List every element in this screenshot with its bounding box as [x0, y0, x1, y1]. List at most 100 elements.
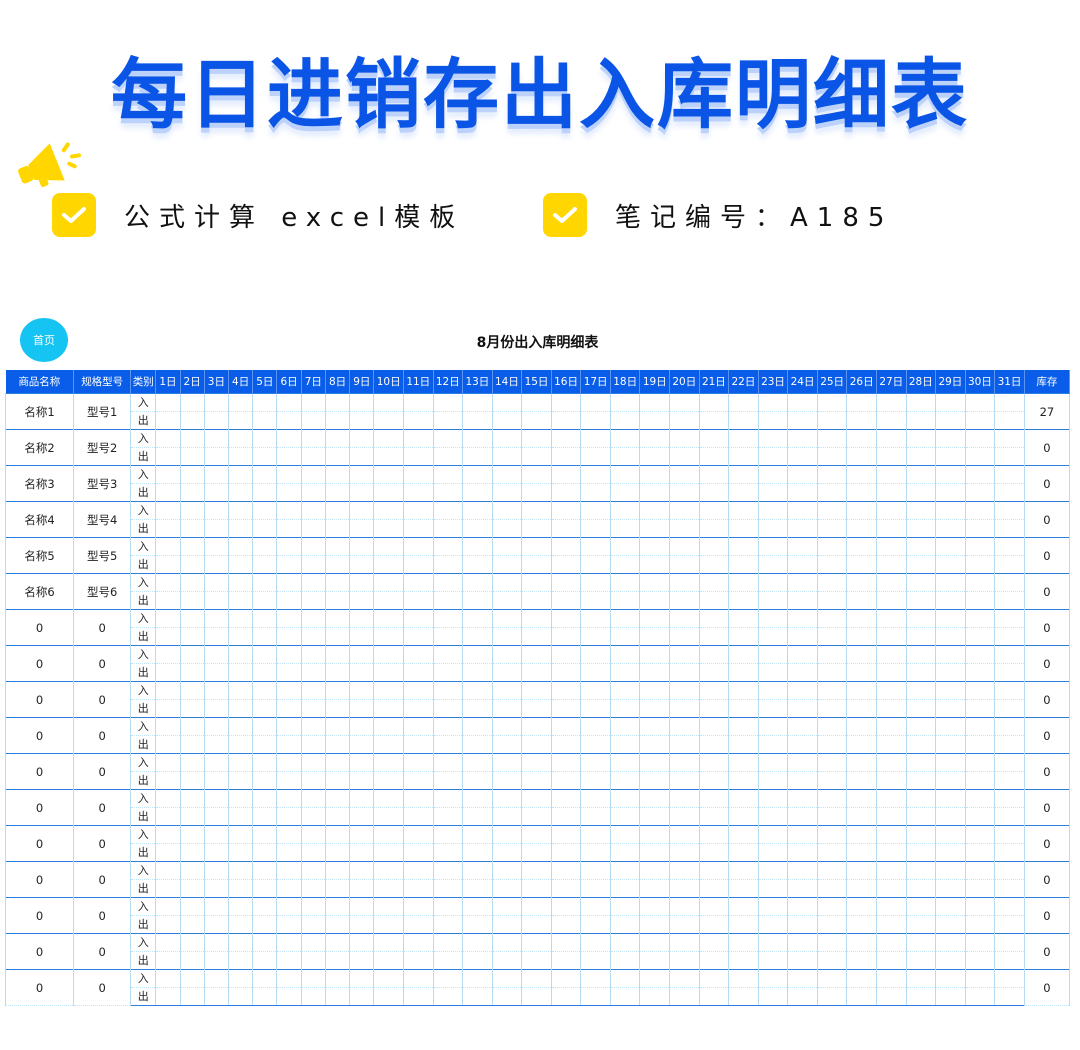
day-out-cell[interactable]	[373, 879, 404, 898]
day-out-cell[interactable]	[875, 627, 907, 646]
day-out-cell[interactable]	[935, 627, 966, 646]
day-out-cell[interactable]	[609, 915, 641, 934]
day-in-cell[interactable]	[402, 465, 434, 484]
day-in-cell[interactable]	[155, 861, 181, 880]
day-in-cell[interactable]	[816, 753, 848, 772]
day-in-cell[interactable]	[935, 645, 966, 664]
day-out-cell[interactable]	[324, 771, 351, 790]
stock-cell[interactable]: 0	[1023, 681, 1071, 718]
stock-cell[interactable]: 0	[1023, 825, 1071, 862]
day-out-cell[interactable]	[639, 807, 671, 826]
day-out-cell[interactable]	[462, 735, 493, 754]
day-out-cell[interactable]	[669, 699, 700, 718]
product-name-cell[interactable]: 0	[4, 969, 75, 1006]
day-in-cell[interactable]	[179, 897, 205, 916]
day-out-cell[interactable]	[432, 411, 464, 430]
day-in-cell[interactable]	[462, 573, 493, 592]
day-in-cell[interactable]	[580, 645, 611, 664]
day-out-cell[interactable]	[935, 447, 966, 466]
day-out-cell[interactable]	[728, 843, 759, 862]
day-in-cell[interactable]	[550, 825, 582, 844]
day-out-cell[interactable]	[728, 951, 759, 970]
day-in-cell[interactable]	[669, 501, 700, 520]
day-in-cell[interactable]	[227, 393, 254, 412]
day-out-cell[interactable]	[669, 735, 700, 754]
day-in-cell[interactable]	[757, 969, 789, 988]
day-out-cell[interactable]	[432, 771, 464, 790]
day-out-cell[interactable]	[964, 627, 996, 646]
day-out-cell[interactable]	[373, 519, 404, 538]
day-in-cell[interactable]	[698, 861, 730, 880]
day-out-cell[interactable]	[639, 771, 671, 790]
day-out-cell[interactable]	[816, 915, 848, 934]
day-out-cell[interactable]	[521, 987, 552, 1006]
day-out-cell[interactable]	[609, 627, 641, 646]
day-in-cell[interactable]	[669, 969, 700, 988]
day-out-cell[interactable]	[787, 663, 818, 682]
day-in-cell[interactable]	[787, 465, 818, 484]
day-out-cell[interactable]	[252, 663, 278, 682]
day-out-cell[interactable]	[276, 807, 302, 826]
model-cell[interactable]: 0	[73, 753, 132, 790]
day-in-cell[interactable]	[846, 537, 877, 556]
day-in-cell[interactable]	[609, 933, 641, 952]
stock-cell[interactable]: 0	[1023, 645, 1071, 682]
day-out-cell[interactable]	[550, 699, 582, 718]
day-in-cell[interactable]	[179, 753, 205, 772]
day-in-cell[interactable]	[462, 969, 493, 988]
day-in-cell[interactable]	[816, 609, 848, 628]
day-in-cell[interactable]	[964, 681, 996, 700]
day-in-cell[interactable]	[728, 969, 759, 988]
day-in-cell[interactable]	[300, 861, 326, 880]
day-out-cell[interactable]	[580, 519, 611, 538]
day-out-cell[interactable]	[276, 771, 302, 790]
day-in-cell[interactable]	[609, 825, 641, 844]
day-in-cell[interactable]	[521, 393, 552, 412]
day-in-cell[interactable]	[227, 861, 254, 880]
day-out-cell[interactable]	[203, 987, 230, 1006]
day-in-cell[interactable]	[787, 825, 818, 844]
day-out-cell[interactable]	[203, 591, 230, 610]
day-in-cell[interactable]	[964, 825, 996, 844]
day-in-cell[interactable]	[373, 465, 404, 484]
day-in-cell[interactable]	[402, 645, 434, 664]
day-out-cell[interactable]	[964, 699, 996, 718]
model-cell[interactable]: 型号4	[73, 501, 132, 538]
day-in-cell[interactable]	[669, 465, 700, 484]
day-out-cell[interactable]	[550, 591, 582, 610]
day-out-cell[interactable]	[324, 591, 351, 610]
day-out-cell[interactable]	[203, 663, 230, 682]
stock-cell[interactable]: 27	[1023, 393, 1071, 430]
day-in-cell[interactable]	[757, 861, 789, 880]
day-in-cell[interactable]	[349, 645, 375, 664]
day-in-cell[interactable]	[698, 609, 730, 628]
day-out-cell[interactable]	[757, 447, 789, 466]
day-in-cell[interactable]	[155, 465, 181, 484]
day-in-cell[interactable]	[580, 789, 611, 808]
day-in-cell[interactable]	[669, 393, 700, 412]
day-in-cell[interactable]	[521, 897, 552, 916]
day-out-cell[interactable]	[787, 771, 818, 790]
day-in-cell[interactable]	[521, 645, 552, 664]
day-out-cell[interactable]	[300, 699, 326, 718]
day-in-cell[interactable]	[373, 897, 404, 916]
model-cell[interactable]: 0	[73, 933, 132, 970]
day-in-cell[interactable]	[203, 465, 230, 484]
day-in-cell[interactable]	[639, 573, 671, 592]
day-out-cell[interactable]	[550, 411, 582, 430]
day-out-cell[interactable]	[349, 447, 375, 466]
day-out-cell[interactable]	[402, 843, 434, 862]
day-out-cell[interactable]	[373, 627, 404, 646]
day-out-cell[interactable]	[155, 735, 181, 754]
day-in-cell[interactable]	[964, 717, 996, 736]
day-out-cell[interactable]	[698, 879, 730, 898]
day-in-cell[interactable]	[402, 681, 434, 700]
day-in-cell[interactable]	[324, 645, 351, 664]
day-out-cell[interactable]	[227, 735, 254, 754]
day-in-cell[interactable]	[580, 897, 611, 916]
day-in-cell[interactable]	[580, 429, 611, 448]
day-in-cell[interactable]	[373, 609, 404, 628]
day-in-cell[interactable]	[300, 609, 326, 628]
day-out-cell[interactable]	[669, 555, 700, 574]
day-out-cell[interactable]	[875, 663, 907, 682]
